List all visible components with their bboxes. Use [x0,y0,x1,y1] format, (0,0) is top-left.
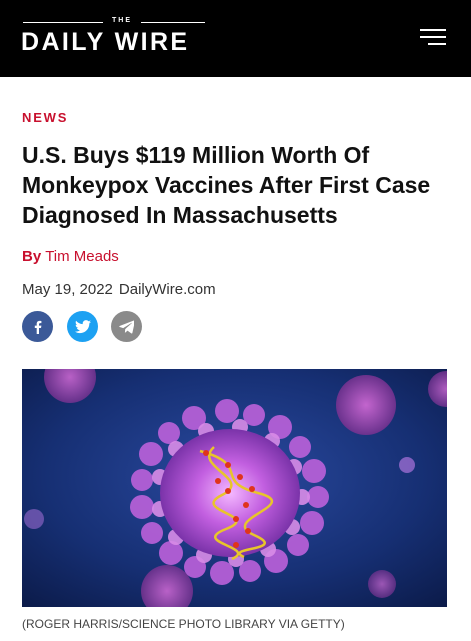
logo-rule-right [141,22,205,23]
article-hero-image [22,369,447,607]
section-label[interactable]: NEWS [22,110,68,125]
publish-date: May 19, 2022 [22,281,113,298]
site-header: THE DAILY WIRE [0,0,471,77]
logo-rule-left [23,22,103,23]
facebook-icon [34,320,41,334]
share-facebook-button[interactable] [22,311,53,342]
article-meta: May 19, 2022 DailyWire.com [22,281,216,298]
share-twitter-button[interactable] [67,311,98,342]
article-headline: U.S. Buys $119 Million Worth Of Monkeypo… [22,142,431,228]
daily-wire-logo[interactable]: THE DAILY WIRE [21,14,208,56]
twitter-icon [74,319,91,333]
author-link[interactable]: Tim Meads [45,248,119,265]
virus-illustration [22,369,447,607]
logo-the: THE [112,17,132,24]
byline-prefix: By [22,248,42,265]
logo-wordmark: DAILY WIRE [21,28,190,56]
hamburger-menu-icon [420,29,446,45]
image-caption: (ROGER HARRIS/SCIENCE PHOTO LIBRARY VIA … [22,617,345,631]
telegram-icon [119,319,134,333]
byline: By Tim Meads [22,248,119,265]
share-telegram-button[interactable] [111,311,142,342]
menu-button[interactable] [418,24,448,50]
source-label: DailyWire.com [118,281,216,298]
